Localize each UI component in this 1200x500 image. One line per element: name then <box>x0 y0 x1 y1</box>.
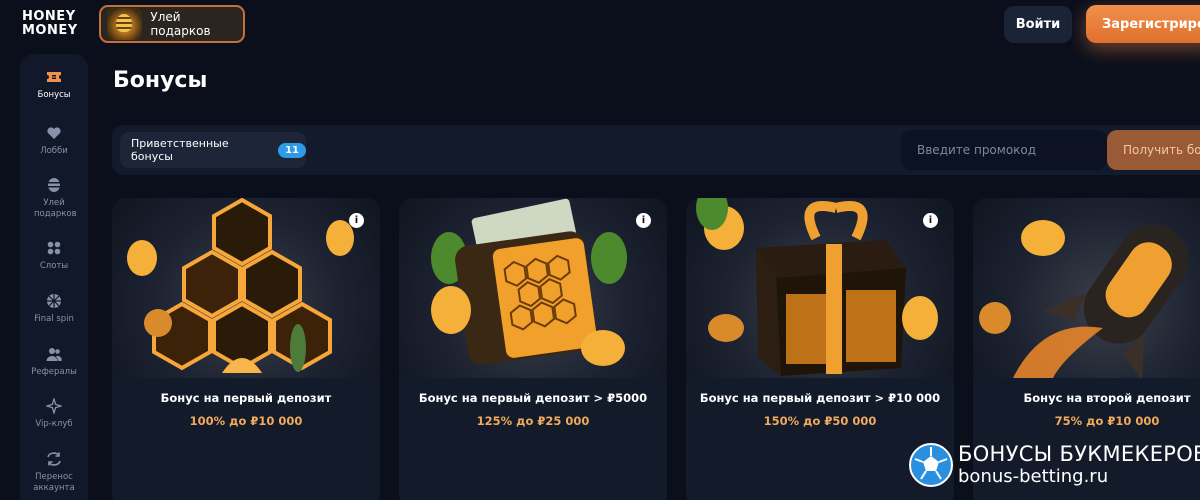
sidebar-item-slots[interactable]: Слоты <box>20 240 88 272</box>
card-title: Бонус на первый депозит <box>160 391 332 405</box>
tab-label: Приветственные бонусы <box>131 137 229 163</box>
sidebar-item-label: Рефералы <box>31 367 77 377</box>
card-title: Бонус на второй депозит <box>1023 391 1191 405</box>
rocket-artwork <box>973 198 1200 378</box>
sidebar-item-bonuses[interactable]: Бонусы <box>20 69 88 101</box>
honey-money-logo[interactable]: HONEY MONEY <box>22 10 86 38</box>
gift-hive-button[interactable]: Улей подарков <box>99 5 245 43</box>
tab-count-badge: 11 <box>278 142 306 158</box>
card-subtitle: 100% до ₽10 000 <box>189 414 303 428</box>
watermark: БОНУСЫ БУКМЕКЕРОВ bonus-betting.ru <box>908 440 1200 496</box>
sidebar-item-vip-club[interactable]: Vip-клуб <box>20 398 88 430</box>
register-button[interactable]: Зарегистрирова <box>1086 5 1200 43</box>
get-bonus-button[interactable]: Получить бо <box>1107 130 1200 170</box>
sidebar-item-label: Лобби <box>40 146 68 156</box>
watermark-title: БОНУСЫ БУКМЕКЕРОВ <box>958 442 1200 466</box>
watermark-url: bonus-betting.ru <box>958 466 1109 487</box>
wheel-icon <box>47 294 61 308</box>
logo-line-1: HONEY <box>22 9 76 24</box>
soccer-ball-icon <box>909 443 953 487</box>
card-subtitle: 75% до ₽10 000 <box>1054 414 1160 428</box>
info-icon[interactable]: i <box>923 213 938 228</box>
card-title: Бонус на первый депозит > ₽5000 <box>418 391 648 405</box>
hive-icon <box>48 178 60 192</box>
honeycomb-artwork <box>112 198 380 378</box>
heart-icon <box>47 127 61 139</box>
card-title: Бонус на первый депозит > ₽10 000 <box>699 391 941 405</box>
sidebar-item-referrals[interactable]: Рефералы <box>20 346 88 378</box>
wallet-artwork <box>399 198 667 378</box>
sidebar-item-label: Vip-клуб <box>35 419 73 429</box>
tab-welcome-bonuses[interactable]: Приветственные бонусы 11 <box>120 132 306 168</box>
top-header: HONEY MONEY Улей подарков Войти Зарегист… <box>0 0 1200 48</box>
bonus-card-2[interactable]: i Бонус на первый депозит > ₽5000 125% д… <box>399 198 667 500</box>
login-button[interactable]: Войти <box>1004 6 1072 43</box>
sparkle-icon <box>46 398 62 414</box>
users-icon <box>46 348 62 361</box>
grid-icon <box>47 241 61 255</box>
sidebar-item-label: Бонусы <box>37 90 71 100</box>
bonus-filter-bar: Приветственные бонусы 11 Получить бо <box>112 125 1200 175</box>
gift-hive-label: Улей подарков <box>150 10 211 38</box>
card-subtitle: 125% до ₽25 000 <box>476 414 590 428</box>
sidebar-item-label: Final spin <box>34 314 74 324</box>
sidebar-item-final-spin[interactable]: Final spin <box>20 293 88 325</box>
info-icon[interactable]: i <box>349 213 364 228</box>
sidebar-item-gift-hive[interactable]: Улей подарков <box>20 177 88 220</box>
ticket-icon <box>47 72 61 82</box>
sidebar: Бонусы Лобби Улей подарков Слоты Final s… <box>20 54 88 500</box>
beehive-icon <box>107 8 143 40</box>
bonus-card-1[interactable]: i Бонус на первый депозит 100% до ₽10 00… <box>112 198 380 500</box>
sidebar-item-account-transfer[interactable]: Перенос аккаунта <box>20 451 88 494</box>
sidebar-item-label: Улей подарков <box>34 198 77 219</box>
card-subtitle: 150% до ₽50 000 <box>763 414 877 428</box>
info-icon[interactable]: i <box>636 213 651 228</box>
sidebar-item-label: Слоты <box>39 261 69 271</box>
sidebar-item-lobby[interactable]: Лобби <box>20 125 88 157</box>
gift-box-artwork <box>686 198 954 378</box>
transfer-icon <box>47 452 61 466</box>
logo-line-2: MONEY <box>22 23 78 38</box>
promo-code-input[interactable] <box>901 130 1107 170</box>
page-title: Бонусы <box>113 68 208 93</box>
sidebar-item-label: Перенос аккаунта <box>33 472 75 493</box>
